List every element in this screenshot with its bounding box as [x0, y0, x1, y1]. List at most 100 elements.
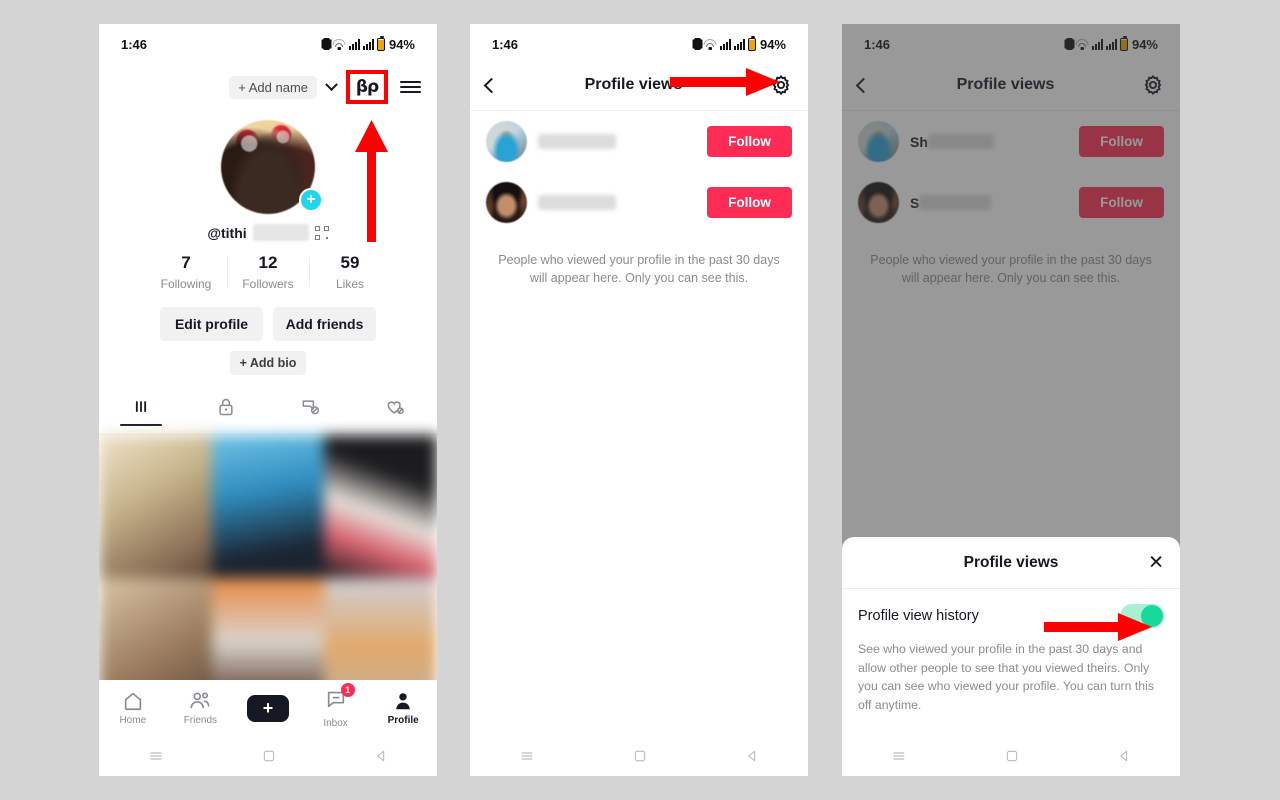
- profile-view-history-toggle[interactable]: [1120, 604, 1164, 629]
- nav-create[interactable]: +: [234, 694, 302, 722]
- setting-label: Profile view history: [858, 608, 979, 625]
- status-time: 1:46: [121, 36, 148, 52]
- phone-panel-profile-views: 1:46 94% Profile views Follow Follow Peo…: [470, 24, 808, 776]
- recents-icon[interactable]: [890, 747, 908, 765]
- status-bar: 1:46 94%: [470, 24, 808, 64]
- video-grid: [99, 435, 437, 720]
- stat-label: Followers: [242, 277, 294, 291]
- system-nav: [99, 736, 437, 776]
- system-nav: [842, 736, 1180, 776]
- nav-profile[interactable]: Profile: [369, 690, 437, 726]
- stat-following[interactable]: 7 Following: [145, 253, 227, 291]
- vibrate-icon: [322, 38, 330, 50]
- viewer-row[interactable]: Follow: [470, 172, 808, 233]
- avatar[interactable]: [486, 182, 527, 223]
- nav-inbox[interactable]: 1 Inbox: [302, 682, 370, 729]
- home-square-icon[interactable]: [261, 748, 277, 764]
- footsteps-icon: βρ: [355, 77, 379, 97]
- tab-posts[interactable]: [99, 391, 184, 434]
- system-nav: [470, 736, 808, 776]
- stat-likes[interactable]: 59 Likes: [309, 253, 391, 291]
- tab-private[interactable]: [184, 391, 269, 434]
- profile-handle: @tithi: [207, 224, 247, 241]
- nav-home[interactable]: Home: [99, 690, 167, 726]
- stat-label: Following: [160, 277, 212, 291]
- status-icons: 94%: [693, 35, 786, 52]
- battery-percent: 94%: [759, 36, 786, 52]
- heart-icon: [387, 401, 404, 415]
- status-icons: 94%: [322, 35, 415, 52]
- add-bio-button[interactable]: + Add bio: [229, 351, 307, 375]
- back-triangle-icon[interactable]: [1116, 748, 1132, 764]
- grid-thumb[interactable]: [211, 435, 325, 578]
- nav-friends[interactable]: Friends: [167, 690, 235, 726]
- add-story-plus-icon[interactable]: +: [299, 188, 323, 212]
- stat-label: Likes: [335, 277, 364, 291]
- battery-icon: [747, 35, 756, 51]
- repost-icon: [302, 400, 320, 415]
- status-bar: 1:46 94%: [99, 24, 437, 64]
- name-redaction: [538, 195, 616, 210]
- wifi-icon: [332, 38, 346, 50]
- viewer-name: [538, 195, 696, 210]
- nav-label: Home: [119, 715, 147, 726]
- handle-redaction: [252, 224, 309, 241]
- back-triangle-icon[interactable]: [373, 748, 389, 764]
- tab-reposts[interactable]: [268, 391, 353, 434]
- stat-followers[interactable]: 12 Followers: [227, 253, 309, 291]
- toggle-knob: [1141, 605, 1163, 628]
- profile-views-note: People who viewed your profile in the pa…: [498, 253, 780, 286]
- home-icon: [124, 692, 141, 711]
- add-name-chip[interactable]: + Add name: [229, 75, 317, 99]
- nav-label: Friends: [183, 715, 218, 726]
- viewer-name: [538, 134, 696, 149]
- profile-actions: Edit profile Add friends: [99, 307, 437, 341]
- setting-description: See who viewed your profile in the past …: [858, 642, 1154, 712]
- avatar[interactable]: [486, 121, 527, 162]
- follow-button[interactable]: Follow: [707, 187, 792, 218]
- lock-icon: [219, 398, 233, 416]
- viewer-row[interactable]: Follow: [470, 111, 808, 172]
- sheet-header: Profile views ✕: [842, 537, 1180, 590]
- stat-value: 59: [340, 253, 360, 272]
- create-plus-icon[interactable]: +: [242, 694, 293, 722]
- grid-thumb[interactable]: [99, 435, 212, 578]
- bottom-nav: Home Friends + 1 Inbox Profile: [99, 680, 437, 736]
- profile-tabs: [99, 391, 437, 435]
- follow-button[interactable]: Follow: [707, 126, 792, 157]
- profile-topbar: + Add name βρ: [99, 64, 437, 106]
- phone-panel-profile-views-settings: 1:46 94% Profile views: [842, 24, 1180, 776]
- stat-value: 12: [258, 253, 278, 272]
- recents-icon[interactable]: [518, 747, 536, 765]
- signal-icon: [362, 38, 374, 50]
- grid-icon: [136, 401, 147, 413]
- page-title: Profile views: [584, 76, 683, 93]
- close-icon[interactable]: ✕: [1148, 553, 1164, 572]
- friends-icon: [190, 692, 210, 709]
- grid-thumb[interactable]: [324, 435, 437, 578]
- nav-label: Profile: [387, 715, 419, 726]
- profile-views-button[interactable]: βρ: [346, 70, 388, 104]
- gear-icon[interactable]: [770, 74, 792, 96]
- person-icon: [396, 693, 411, 710]
- tab-liked[interactable]: [353, 391, 438, 434]
- edit-profile-button[interactable]: Edit profile: [160, 307, 263, 341]
- profile-views-header: Profile views: [470, 64, 808, 111]
- add-friends-button[interactable]: Add friends: [273, 307, 376, 341]
- chevron-down-icon[interactable]: [325, 77, 338, 91]
- wifi-icon: [703, 38, 717, 50]
- avatar-container: +: [99, 120, 437, 214]
- screen-profile-views: 1:46 94% Profile views Follow Follow Peo…: [470, 24, 808, 776]
- signal-icon: [348, 38, 360, 50]
- back-triangle-icon[interactable]: [744, 748, 760, 764]
- battery-percent: 94%: [388, 36, 415, 52]
- home-square-icon[interactable]: [1004, 748, 1020, 764]
- qr-code-icon[interactable]: [314, 225, 329, 240]
- profile-stats: 7 Following 12 Followers 59 Likes: [99, 253, 437, 291]
- menu-icon[interactable]: [398, 77, 423, 97]
- recents-icon[interactable]: [147, 747, 165, 765]
- profile-views-bottom-sheet: Profile views ✕ Profile view history See…: [842, 537, 1180, 736]
- phone-panel-profile: 1:46 94% + Add name βρ + @tithi 7 Follow…: [99, 24, 437, 776]
- home-square-icon[interactable]: [632, 748, 648, 764]
- stat-value: 7: [181, 253, 191, 272]
